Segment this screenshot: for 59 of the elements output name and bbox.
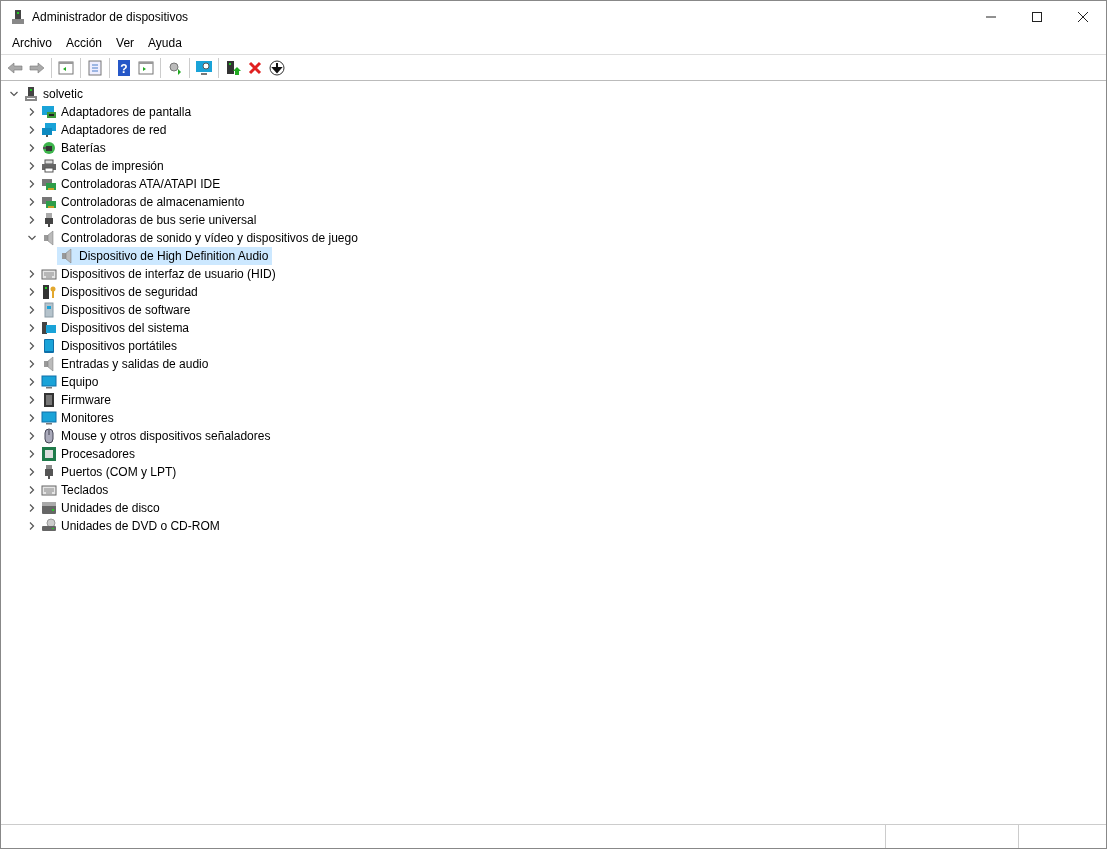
speaker-icon [59, 248, 75, 264]
display-adapter-icon [41, 104, 57, 120]
close-icon [1078, 11, 1088, 22]
chevron-down-icon[interactable] [27, 233, 37, 243]
tower-icon [41, 302, 57, 318]
tree-item[interactable]: Mouse y otros dispositivos señaladores [39, 427, 275, 445]
network-monitors-icon [41, 122, 57, 138]
tree-item[interactable]: Adaptadores de pantalla [39, 103, 196, 121]
tree-item[interactable]: Procesadores [39, 445, 140, 463]
tree-item[interactable]: Dispositivo de High Definition Audio [57, 247, 273, 265]
controller-card-icon [41, 176, 57, 192]
tree-item[interactable]: Controladoras ATA/ATAPI IDE [39, 175, 225, 193]
tree-item[interactable]: Firmware [39, 391, 115, 409]
menu-item[interactable]: Acción [59, 33, 110, 53]
tree-item[interactable]: Dispositivos portátiles [39, 337, 182, 355]
keyboard-icon [41, 482, 57, 498]
disk-drive-icon [41, 500, 57, 516]
menu-item[interactable]: Archivo [5, 33, 59, 53]
tree-item[interactable]: Dispositivos de software [39, 301, 195, 319]
tree-item[interactable]: Teclados [39, 481, 113, 499]
tree-item[interactable]: Entradas y salidas de audio [39, 355, 213, 373]
tree-item[interactable]: Baterías [39, 139, 110, 157]
optical-drive-icon [41, 518, 57, 534]
tree-item[interactable]: solvetic [21, 85, 87, 103]
tree-item[interactable]: Controladoras de almacenamiento [39, 193, 249, 211]
tree-item[interactable]: Colas de impresión [39, 157, 168, 175]
tree-item[interactable]: Puertos (COM y LPT) [39, 463, 181, 481]
chip-icon [41, 392, 57, 408]
computer-tower-icon [23, 86, 39, 102]
chevron-down-icon[interactable] [9, 89, 19, 99]
speaker-icon [41, 230, 57, 246]
minimize-icon [986, 15, 996, 18]
tree-item[interactable]: Equipo [39, 373, 103, 391]
printer-icon [41, 158, 57, 174]
tree-item[interactable]: Unidades de DVD o CD-ROM [39, 517, 224, 535]
keyboard-icon [41, 266, 57, 282]
controller-card-icon [41, 194, 57, 210]
tree-item[interactable]: Unidades de disco [39, 499, 164, 517]
processor-icon [41, 446, 57, 462]
tree-item[interactable]: Dispositivos de interfaz de usuario (HID) [39, 265, 280, 283]
mouse-icon [41, 428, 57, 444]
tree-item[interactable]: Adaptadores de red [39, 121, 171, 139]
tree-item[interactable]: Controladoras de bus serie universal [39, 211, 261, 229]
tree-item[interactable]: Monitores [39, 409, 118, 427]
tree-item[interactable]: Controladoras de sonido y vídeo y dispositivos de juego [39, 229, 362, 247]
tower-key-icon [41, 284, 57, 300]
tree-item[interactable]: Dispositivos del sistema [39, 319, 194, 337]
menu-item[interactable]: Ver [109, 33, 142, 53]
maximize-icon [1032, 11, 1042, 22]
battery-plug-icon [41, 140, 57, 156]
monitor-icon [41, 374, 57, 390]
tablet-icon [41, 338, 57, 354]
speaker-icon [41, 356, 57, 372]
system-tower-monitor-icon [41, 320, 57, 336]
menu-item[interactable]: Ayuda [141, 33, 189, 53]
window-title: Administrador de dispositivos [32, 8, 189, 26]
computer-tower-icon [10, 8, 26, 25]
tree-item[interactable]: Dispositivos de seguridad [39, 283, 202, 301]
monitor-icon [41, 410, 57, 426]
